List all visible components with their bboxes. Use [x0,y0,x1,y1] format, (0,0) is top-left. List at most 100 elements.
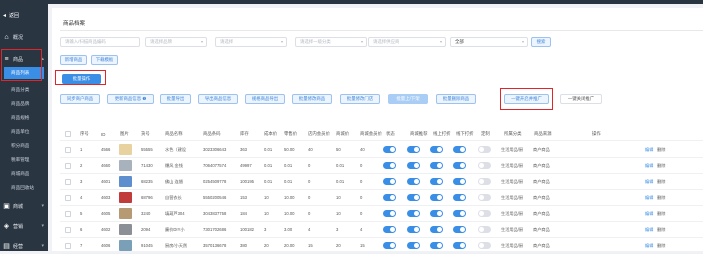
goods-thumbnail[interactable] [119,144,132,155]
batch-delete-button[interactable]: 批量删除商品 [436,94,476,104]
toggle-switch[interactable] [478,162,491,169]
toggle-switch[interactable] [383,210,396,217]
toggle-switch[interactable] [478,226,491,233]
goods-thumbnail[interactable] [119,240,132,251]
add-goods-button[interactable]: 新增商品 [60,55,87,65]
goods-thumbnail[interactable] [119,224,132,235]
sidebar-item-overview[interactable]: ⌂ 概况 [0,30,48,44]
sidebar-item-goods[interactable]: ≡ 商品 ▴ [0,52,48,66]
sidebar-sub-unit[interactable]: 商品单位 [0,126,48,138]
toggle-switch[interactable] [407,162,420,169]
row-checkbox[interactable] [65,195,71,201]
toggle-switch[interactable] [383,178,396,185]
toggle-switch[interactable] [430,226,443,233]
toggle-switch[interactable] [453,226,466,233]
row-checkbox[interactable] [65,179,71,185]
edit-link[interactable]: 编辑 [645,163,653,169]
toggle-switch[interactable] [478,194,491,201]
toggle-switch[interactable] [430,162,443,169]
cell-stock: 184 [240,211,247,216]
edit-link[interactable]: 编辑 [645,211,653,217]
toggle-switch[interactable] [383,146,396,153]
delete-link[interactable]: 删除 [657,243,665,249]
delete-link[interactable]: 删除 [657,195,665,201]
sidebar-sub-mall[interactable]: 商城商品 [0,168,48,180]
type-select[interactable]: 请选择 ▾ [215,37,287,47]
goods-thumbnail[interactable] [119,176,132,187]
toggle-switch[interactable] [453,178,466,185]
toggle-switch[interactable] [383,242,396,249]
sync-merchant-goods-button[interactable]: 同步商户商品 [60,94,100,104]
toggle-switch[interactable] [430,146,443,153]
brand-select[interactable]: 请选择品牌 ▾ [145,37,207,47]
toggle-switch[interactable] [383,226,396,233]
edit-link[interactable]: 编辑 [645,227,653,233]
export-spec-goods-button[interactable]: 规格商品导出 [245,94,285,104]
goods-thumbnail[interactable] [119,160,132,171]
toggle-switch[interactable] [453,242,466,249]
toggle-switch[interactable] [478,242,491,249]
toggle-switch[interactable] [453,146,466,153]
batch-edit-goods-button[interactable]: 批量修改商品 [292,94,332,104]
enable-promote-button[interactable]: 一键开启并推广 [504,94,549,104]
code-input[interactable]: 请输入/扫描商品编码 [60,37,140,47]
toggle-switch[interactable] [407,178,420,185]
delete-link[interactable]: 删除 [657,179,665,185]
toggle-switch[interactable] [407,146,420,153]
batch-shelf-button[interactable]: 批量上/下架 [388,94,428,104]
back-link[interactable]: ◂ 返回 [0,8,48,22]
edit-link[interactable]: 编辑 [645,243,653,249]
row-checkbox[interactable] [65,227,71,233]
row-checkbox[interactable] [65,163,71,169]
sidebar-sub-brand[interactable]: 商品品牌 [0,98,48,110]
goods-thumbnail[interactable] [119,192,132,203]
edit-link[interactable]: 编辑 [645,147,653,153]
toggle-switch[interactable] [383,194,396,201]
sidebar-sub-points[interactable]: 积分商品 [0,140,48,152]
batch-export-button[interactable]: 批量导出 [160,94,191,104]
sidebar-sub-category[interactable]: 商品分类 [0,84,48,96]
toggle-switch[interactable] [407,242,420,249]
toggle-switch[interactable] [478,178,491,185]
batch-operation-button[interactable]: 批量操作 [62,74,101,84]
toggle-switch[interactable] [430,210,443,217]
export-goods-info-button[interactable]: 导出商品信息 [198,94,238,104]
toggle-switch[interactable] [407,194,420,201]
delete-link[interactable]: 删除 [657,163,665,169]
row-checkbox[interactable] [65,243,71,249]
edit-link[interactable]: 编辑 [645,195,653,201]
row-checkbox[interactable] [65,211,71,217]
supplier-select[interactable]: 请选择供应商 ▾ [368,37,446,47]
batch-edit-store-button[interactable]: 批量修改门店 [340,94,380,104]
sidebar-sub-spec[interactable]: 商品规格 [0,112,48,124]
sidebar-sub-goods-list[interactable]: 商品列表 [4,67,44,79]
toggle-switch[interactable] [430,194,443,201]
category-select[interactable]: 请选择一级分类 ▾ [295,37,367,47]
goods-thumbnail[interactable] [119,208,132,219]
download-template-button[interactable]: 下载模板 [91,55,118,65]
edit-link[interactable]: 编辑 [645,179,653,185]
toggle-switch[interactable] [430,242,443,249]
toggle-switch[interactable] [430,178,443,185]
toggle-switch[interactable] [478,210,491,217]
toggle-switch[interactable] [383,162,396,169]
delete-link[interactable]: 删除 [657,211,665,217]
sidebar-sub-recycle[interactable]: 商品回收站 [0,182,48,194]
disable-promote-button[interactable]: 一键关闭推广 [560,94,602,104]
row-checkbox[interactable] [65,147,71,153]
search-button[interactable]: 搜索 [531,37,551,47]
toggle-switch[interactable] [407,210,420,217]
sidebar-item-marketing[interactable]: ◈ 营销 ▾ [0,219,48,233]
select-all-checkbox[interactable] [65,131,71,137]
status-select[interactable]: 全部 ▾ [450,37,528,47]
delete-link[interactable]: 删除 [657,147,665,153]
toggle-switch[interactable] [478,146,491,153]
toggle-switch[interactable] [407,226,420,233]
toggle-switch[interactable] [453,162,466,169]
sidebar-sub-tax[interactable]: 税率管理 [0,154,48,166]
toggle-switch[interactable] [453,194,466,201]
update-goods-info-button[interactable]: 更新商品信息 ❶ [107,94,154,104]
delete-link[interactable]: 删除 [657,227,665,233]
sidebar-item-mall[interactable]: ▣ 商城 ▾ [0,199,48,213]
toggle-switch[interactable] [453,210,466,217]
